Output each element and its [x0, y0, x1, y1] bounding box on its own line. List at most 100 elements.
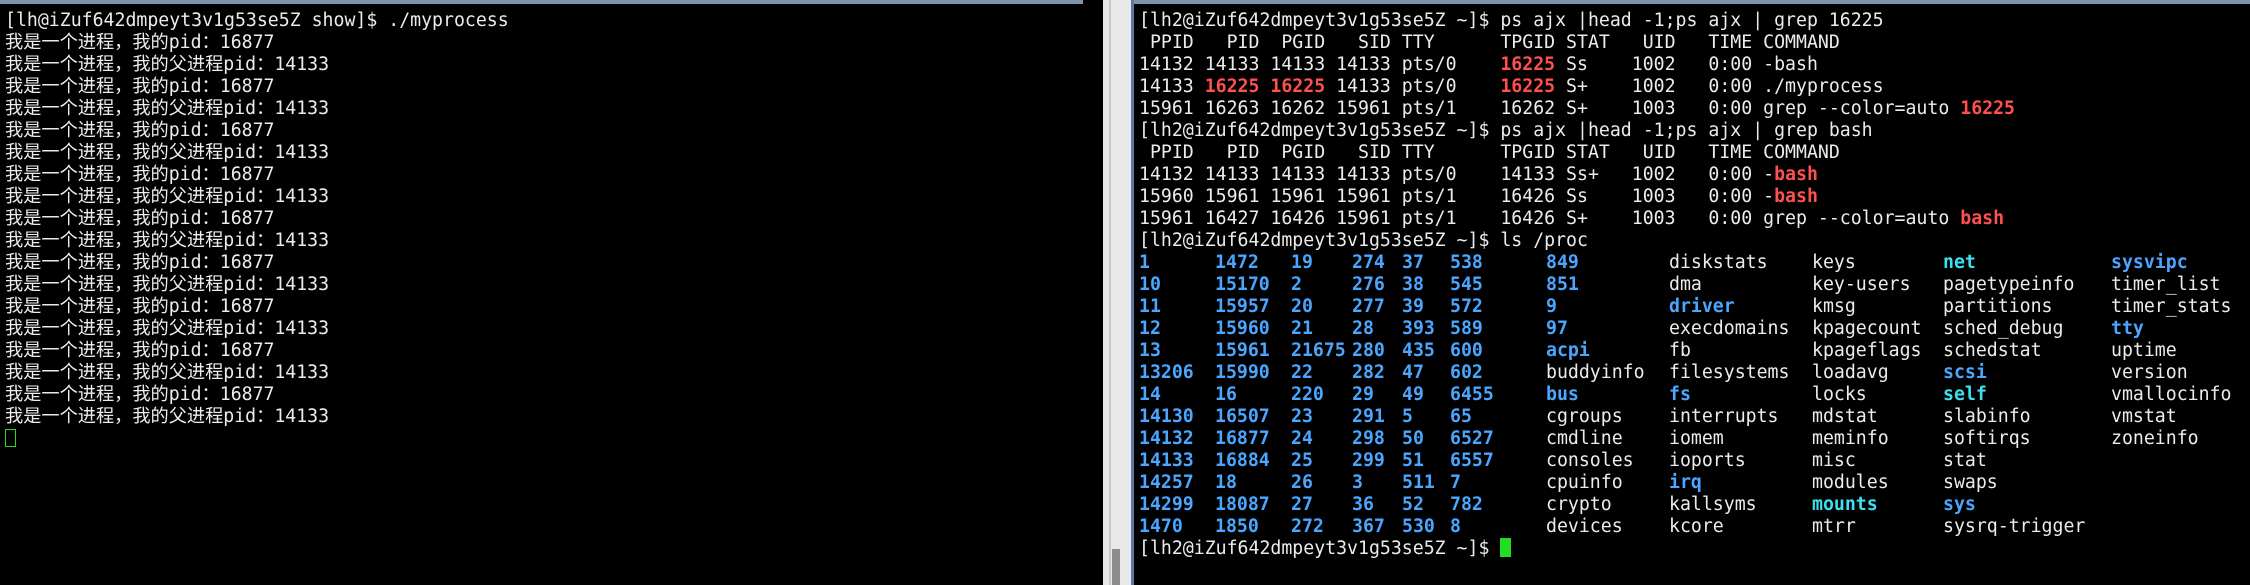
output-line: 我是一个进程，我的父进程pid：14133: [5, 274, 1103, 296]
proc-dir-entry: net: [1943, 252, 1976, 273]
cmd-ls-proc: [lh2@iZuf642dmpeyt3v1g53se5Z ~]$ ls /pro…: [1139, 230, 1588, 251]
proc-dir-entry: 16: [1215, 384, 1237, 405]
proc-file-entry: sysrq-trigger: [1943, 516, 2086, 537]
proc-dir-entry: 5: [1402, 406, 1413, 427]
proc-dir-entry: 1472: [1215, 252, 1259, 273]
pane-divider-scrollbar[interactable]: [1103, 0, 1134, 585]
ls-row: 1 1472 19 274 37 538 849 diskstats keys net sysvip…: [1139, 252, 2250, 274]
proc-dir-entry: 2: [1291, 274, 1302, 295]
proc-dir-entry: 37: [1402, 252, 1424, 273]
proc-dir-entry: 572: [1450, 296, 1483, 317]
output-text-cn: 我是一个进程，我的: [5, 252, 169, 273]
proc-dir-entry: 97: [1546, 318, 1568, 339]
proc-file-entry: kallsyms: [1669, 494, 1757, 515]
proc-dir-entry: 277: [1352, 296, 1385, 317]
output-text-cn: 我是一个进程，我的父进程: [5, 54, 224, 75]
ps-row: 14133 16225 16225 14133 pts/0 16225 S+ 1…: [1139, 76, 2250, 98]
proc-dir-entry: 849: [1546, 252, 1579, 273]
proc-dir-entry: 220: [1291, 384, 1324, 405]
ps-row: 15960 15961 15961 15961 pts/1 16426 Ss 1…: [1139, 186, 2250, 208]
output-pid-value: 14133: [274, 54, 330, 75]
output-pid-label: pid：: [223, 186, 275, 207]
output-pid-value: 16877: [219, 296, 275, 317]
proc-dir-entry: 49: [1402, 384, 1424, 405]
ps-row-text: 15961 16427 16426 15961 pts/1 16426 S+ 1…: [1139, 208, 1961, 229]
proc-dir-entry: 15990: [1215, 362, 1270, 383]
proc-file-entry: devices: [1546, 516, 1623, 537]
output-pid-value: 14133: [274, 230, 330, 251]
proc-dir-entry: 276: [1352, 274, 1385, 295]
output-text-cn: 我是一个进程，我的: [5, 164, 169, 185]
output-line: 我是一个进程，我的父进程pid：14133: [5, 186, 1103, 208]
ps-row-text: 14132 14133 14133 14133 pts/0 14133 Ss+ …: [1139, 164, 1775, 185]
output-pid-label: pid：: [223, 142, 275, 163]
ps-row-text: 14133 pts/0: [1325, 76, 1501, 97]
proc-dir-entry: 298: [1352, 428, 1385, 449]
output-text-cn: 我是一个进程，我的父进程: [5, 318, 224, 339]
output-line: 我是一个进程，我的pid：16877: [5, 296, 1103, 318]
proc-dir-entry: 530: [1402, 516, 1435, 537]
proc-file-entry: sched_debug: [1943, 318, 2064, 339]
proc-file-entry: loadavg: [1812, 362, 1889, 383]
ps-match-highlight: 16225: [1960, 98, 2015, 119]
proc-dir-entry: sys: [1943, 494, 1976, 515]
proc-dir-entry: 435: [1402, 340, 1435, 361]
output-pid-value: 16877: [219, 340, 275, 361]
proc-file-entry: kpagecount: [1812, 318, 1922, 339]
proc-dir-entry: 782: [1450, 494, 1483, 515]
proc-file-entry: slabinfo: [1943, 406, 2031, 427]
proc-dir-entry: 367: [1352, 516, 1385, 537]
proc-dir-entry: 16877: [1215, 428, 1270, 449]
output-pid-value: 16877: [219, 76, 275, 97]
proc-file-entry: crypto: [1546, 494, 1612, 515]
ls-row: 14130 16507 23 291 5 65 cgroups interrupts mdsta…: [1139, 406, 2250, 428]
ps-match-highlight: 16225: [1500, 54, 1556, 75]
ps-row: 15961 16427 16426 15961 pts/1 16426 S+ 1…: [1139, 208, 2250, 230]
output-text-cn: 我是一个进程，我的: [5, 76, 169, 97]
right-terminal-titlebar: [1134, 0, 2250, 4]
ps-match-highlight: bash: [1960, 208, 2005, 229]
proc-dir-entry: tty: [2111, 318, 2144, 339]
output-pid-label: pid：: [223, 362, 275, 383]
scrollbar-thumb[interactable]: [1112, 549, 1120, 585]
proc-dir-entry: bus: [1546, 384, 1579, 405]
proc-dir-entry: sysvipc: [2111, 252, 2188, 273]
output-pid-label: pid：: [223, 230, 275, 251]
ls-row: 14132 16877 24 298 50 6527 cmdline iomem meminfo…: [1139, 428, 2250, 450]
proc-dir-entry: 52: [1402, 494, 1424, 515]
right-terminal-window[interactable]: [lh2@iZuf642dmpeyt3v1g53se5Z ~]$ ps ajx …: [1134, 0, 2250, 585]
proc-dir-entry: 51: [1402, 450, 1424, 471]
proc-dir-entry: 9: [1546, 296, 1557, 317]
proc-file-entry: timer_stats: [2111, 296, 2232, 317]
proc-dir-entry: irq: [1669, 472, 1702, 493]
right-terminal-output[interactable]: [lh2@iZuf642dmpeyt3v1g53se5Z ~]$ ps ajx …: [1139, 10, 2250, 585]
proc-file-entry: filesystems: [1669, 362, 1790, 383]
output-pid-label: pid：: [168, 120, 220, 141]
ls-row: 14257 18 26 3 511 7 cpuinfo irq modules swaps: [1139, 472, 2250, 494]
proc-dir-entry: 8: [1450, 516, 1461, 537]
proc-file-entry: swaps: [1943, 472, 1998, 493]
proc-dir-entry: 22: [1291, 362, 1313, 383]
left-terminal-window[interactable]: [lh@iZuf642dmpeyt3v1g53se5Z show]$ ./myp…: [0, 0, 1103, 585]
ps-row: 14132 14133 14133 14133 pts/0 16225 Ss 1…: [1139, 54, 2250, 76]
left-terminal-titlebar: [0, 0, 1083, 4]
output-text-cn: 我是一个进程，我的: [5, 208, 169, 229]
left-output-lines: 我是一个进程，我的pid：16877 我是一个进程，我的父进程pid：14133 我…: [5, 32, 1103, 428]
proc-dir-entry: 18: [1215, 472, 1237, 493]
proc-dir-entry: 1: [1139, 252, 1150, 273]
output-line: 我是一个进程，我的父进程pid：14133: [5, 98, 1103, 120]
output-text-cn: 我是一个进程，我的父进程: [5, 186, 224, 207]
proc-file-entry: softirqs: [1943, 428, 2031, 449]
output-pid-value: 16877: [219, 208, 275, 229]
left-terminal-output[interactable]: [lh@iZuf642dmpeyt3v1g53se5Z show]$ ./myp…: [5, 10, 1103, 585]
ps-row-text: 14133: [1139, 76, 1205, 97]
proc-dir-entry: 16507: [1215, 406, 1270, 427]
ps-row-text: 15960 15961 15961 15961 pts/1 16426 Ss 1…: [1139, 186, 1775, 207]
output-pid-label: pid：: [168, 32, 220, 53]
proc-dir-entry: 36: [1352, 494, 1374, 515]
cmd-ps-grep-bash: [lh2@iZuf642dmpeyt3v1g53se5Z ~]$ ps ajx …: [1139, 120, 1873, 141]
output-pid-value: 16877: [219, 164, 275, 185]
output-pid-label: pid：: [168, 340, 220, 361]
proc-dir-entry: 12: [1139, 318, 1161, 339]
proc-dir-entry: 14299: [1139, 494, 1194, 515]
